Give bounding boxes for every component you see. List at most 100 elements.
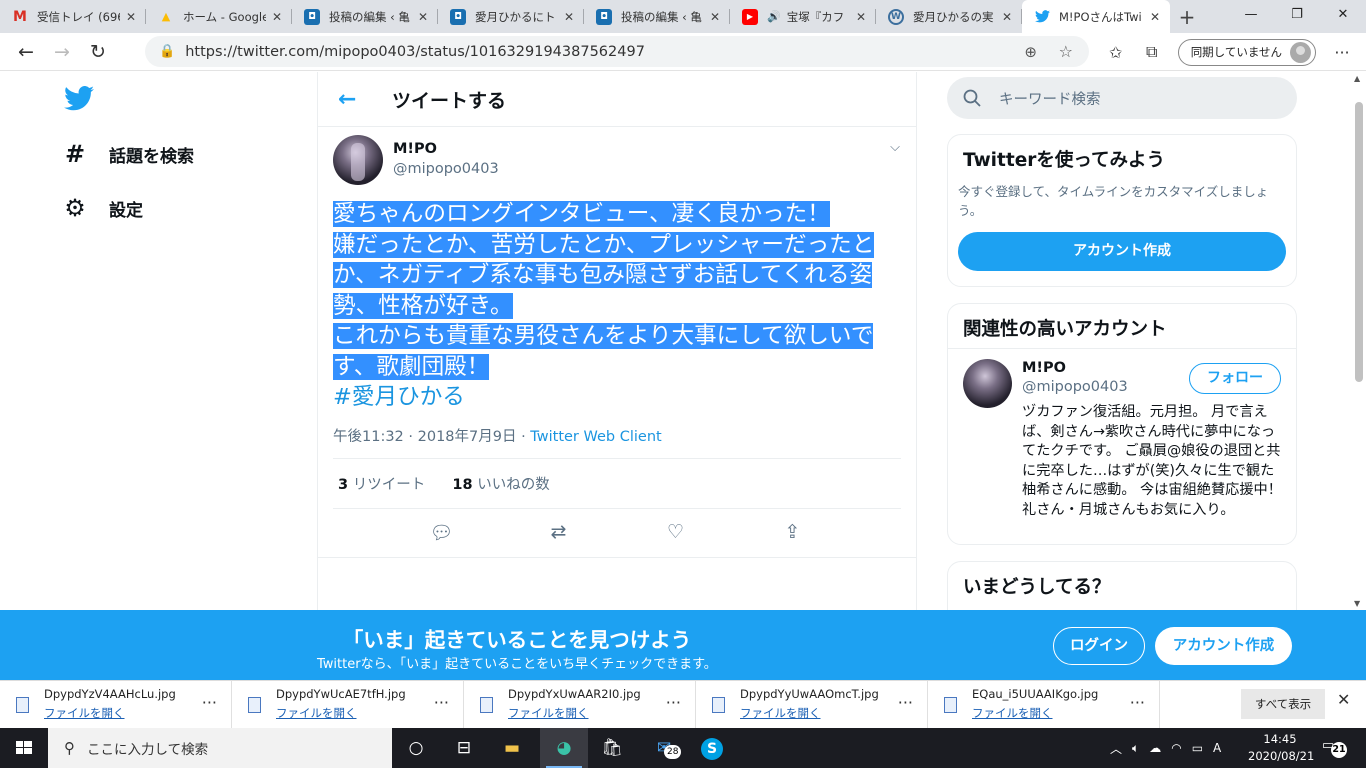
audio-playing-icon[interactable]: 🔊 [767,10,781,23]
browser-tab[interactable]: ◘ 投稿の編集 ‹ 亀 ✕ [292,0,438,33]
retweet-label[interactable]: リツイート [353,477,426,493]
close-tab-icon[interactable]: ✕ [854,10,868,24]
browser-tab[interactable]: ◘ 投稿の編集 ‹ 亀 ✕ [584,0,730,33]
hashtag-link[interactable]: #愛月ひかる [333,382,893,413]
browser-tab[interactable]: W 愛月ひかるの実 ✕ [876,0,1022,33]
more-icon[interactable]: ··· [202,693,217,712]
reply-icon[interactable]: 💬︎ [427,521,457,544]
browser-tab[interactable]: ◘ 愛月ひかるにト ✕ [438,0,584,33]
close-tab-icon[interactable]: ✕ [1000,10,1014,24]
related-user-handle[interactable]: @mipopo0403 [1022,379,1128,395]
favorites-icon[interactable]: ✩ [1098,43,1134,62]
banner-create-account-button[interactable]: アカウント作成 [1155,627,1292,665]
taskbar-search-input[interactable]: ⚲ ここに入力して検索 [48,728,392,768]
open-file-link[interactable]: ファイルを開く [44,705,125,721]
avatar[interactable] [333,135,383,185]
browser-tab-active[interactable]: M!POさんはTwi ✕ [1022,0,1170,33]
user-name[interactable]: M!PO [393,141,437,157]
tweet-client[interactable]: Twitter Web Client [530,429,661,445]
close-tab-icon[interactable]: ✕ [562,10,576,24]
page-scrollbar[interactable]: ▲ ▼ [1351,72,1366,610]
download-item[interactable]: EQau_i5UUAAIKgo.jpg ファイルを開く ··· [928,681,1160,729]
browser-tab[interactable]: ▲ ホーム - Google ✕ [146,0,292,33]
create-account-button[interactable]: アカウント作成 [958,232,1286,271]
url-field[interactable]: 🔒 https://twitter.com/mipopo0403/status/… [145,36,1089,67]
wifi-icon[interactable]: ◠ [1171,741,1181,755]
browser-tab[interactable]: M 受信トレイ (696 ✕ [0,0,146,33]
edge-browser-icon[interactable]: ◕ [540,728,588,768]
more-icon[interactable]: ··· [434,693,449,712]
scrollbar-thumb[interactable] [1355,102,1363,382]
onedrive-icon[interactable]: ☁ [1149,741,1161,755]
notification-center-icon[interactable]: ▭ 21 [1322,738,1347,758]
task-view-icon[interactable]: ⊟ [440,728,488,768]
follow-button[interactable]: フォロー [1189,363,1281,394]
back-icon[interactable]: ← [8,41,44,63]
new-tab-icon[interactable]: + [1174,5,1200,29]
add-app-icon[interactable]: ⊕ [1024,43,1037,61]
login-button[interactable]: ログイン [1053,627,1145,665]
close-window-icon[interactable]: ✕ [1320,0,1366,33]
file-explorer-icon[interactable]: ▬ [488,728,536,768]
download-item[interactable]: DpypdYzV4AAHcLu.jpg ファイルを開く ··· [0,681,232,729]
chevron-down-icon[interactable]: ⌵ [890,140,900,155]
more-icon[interactable]: ··· [898,693,913,712]
minimize-icon[interactable]: — [1228,0,1274,33]
collections-icon[interactable]: ⧉ [1134,42,1170,62]
retweet-icon[interactable]: ⇄ [544,521,574,544]
close-tab-icon[interactable]: ✕ [416,10,430,24]
more-icon[interactable]: ··· [1130,693,1145,712]
scroll-up-icon[interactable]: ▲ [1354,74,1360,83]
forward-icon[interactable]: → [44,41,80,63]
retweet-count[interactable]: 3 [338,477,348,493]
windows-start-icon[interactable] [0,728,48,768]
download-item[interactable]: DpypdYxUwAAR2I0.jpg ファイルを開く ··· [464,681,696,729]
close-tab-icon[interactable]: ✕ [124,10,138,24]
battery-icon[interactable]: ▭ [1192,741,1203,755]
related-user-name[interactable]: M!PO [1022,360,1066,376]
youtube-icon: ▶ [742,8,758,25]
favorite-star-icon[interactable]: ☆ [1059,42,1073,61]
user-handle[interactable]: @mipopo0403 [393,161,499,177]
close-tab-icon[interactable]: ✕ [1148,10,1162,24]
open-file-link[interactable]: ファイルを開く [276,705,357,721]
more-menu-icon[interactable]: ··· [1324,43,1360,62]
tweet-time[interactable]: 午後11:32 · 2018年7月9日 · [333,429,530,445]
cortana-icon[interactable]: ○ [392,728,440,768]
show-all-button[interactable]: すべて表示 [1241,689,1325,719]
close-downloads-icon[interactable]: ✕ [1337,690,1350,709]
clock[interactable]: 14:45 2020/08/21 [1248,731,1314,765]
open-file-link[interactable]: ファイルを開く [740,705,821,721]
store-icon[interactable]: 🛍︎ [588,728,636,768]
search-input[interactable]: キーワード検索 [947,77,1297,119]
open-file-link[interactable]: ファイルを開く [972,705,1053,721]
refresh-icon[interactable]: ↻ [80,41,116,63]
lock-icon[interactable]: 🔒 [159,44,175,59]
more-icon[interactable]: ··· [666,693,681,712]
like-icon[interactable]: ♡ [661,521,691,544]
close-tab-icon[interactable]: ✕ [708,10,722,24]
ime-icon[interactable]: A [1213,741,1221,755]
download-item[interactable]: DpypdYwUcAE7tfH.jpg ファイルを開く ··· [232,681,464,729]
twitter-logo-icon[interactable] [64,85,94,112]
url-text[interactable]: https://twitter.com/mipopo0403/status/10… [185,44,645,60]
tray-expand-icon[interactable]: ︿ [1110,740,1122,757]
open-file-link[interactable]: ファイルを開く [508,705,589,721]
nav-explore[interactable]: # 話題を検索 [60,140,194,168]
banner-subtitle: Twitterなら、「いま」起きていることをいち早くチェックできます。 [317,657,717,672]
mail-icon[interactable]: ✉28 [640,728,688,768]
maximize-icon[interactable]: ❐ [1274,0,1320,33]
like-count[interactable]: 18 [452,477,472,493]
scroll-down-icon[interactable]: ▼ [1354,599,1360,608]
back-arrow-icon[interactable]: ← [338,87,364,112]
share-icon[interactable]: ⇪ [778,521,808,544]
browser-tab[interactable]: ▶ 🔊 宝塚『カフ ✕ [730,0,876,33]
avatar[interactable] [963,359,1012,408]
close-tab-icon[interactable]: ✕ [270,10,284,24]
volume-icon[interactable]: 🔈︎ [1132,741,1139,756]
skype-icon[interactable]: S [688,728,736,768]
nav-settings[interactable]: ⚙ 設定 [60,194,143,222]
download-item[interactable]: DpypdYyUwAAOmcT.jpg ファイルを開く ··· [696,681,928,729]
profile-sync-button[interactable]: 同期していません [1177,38,1316,66]
like-label[interactable]: いいねの数 [477,477,550,493]
